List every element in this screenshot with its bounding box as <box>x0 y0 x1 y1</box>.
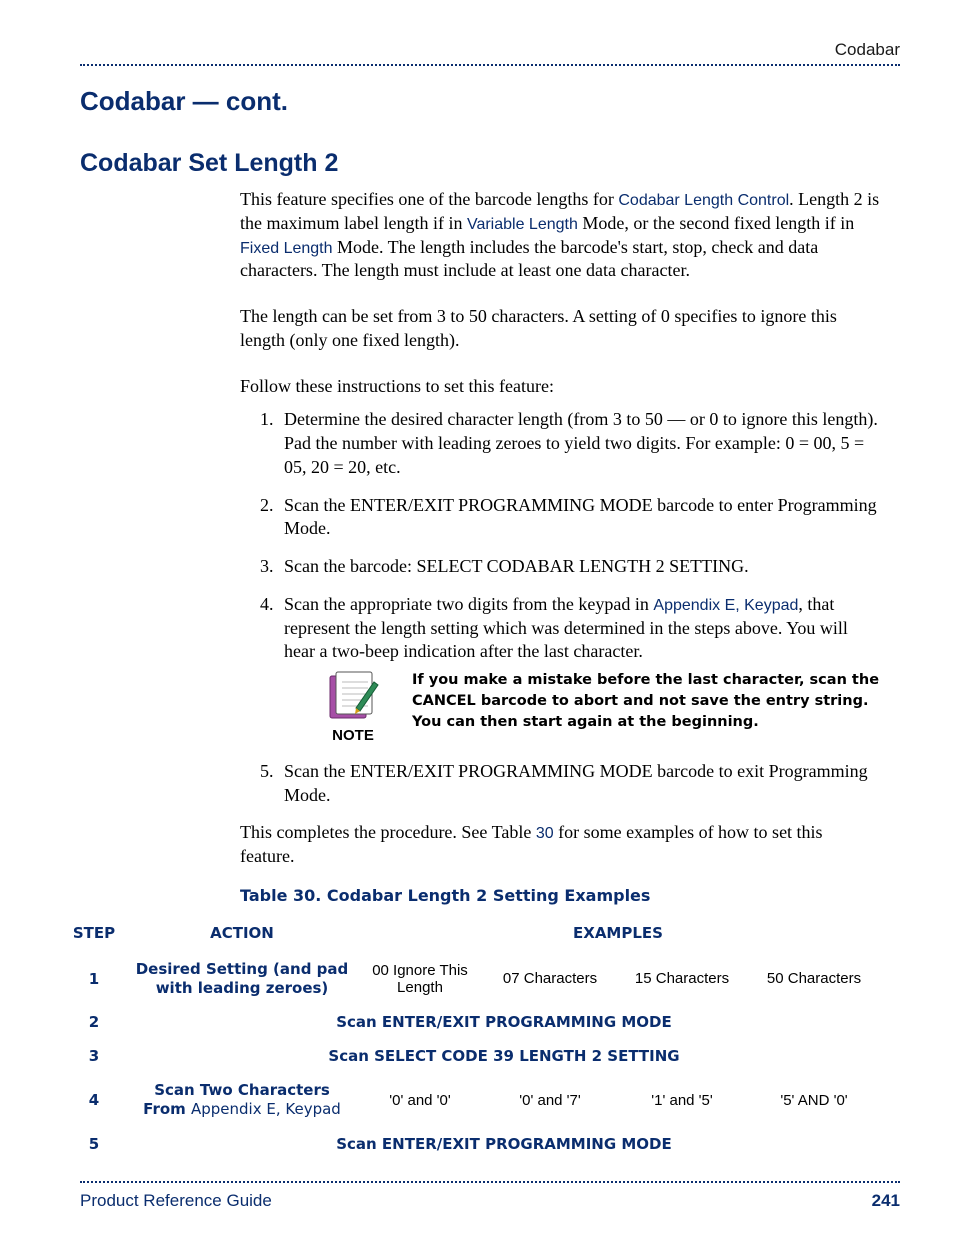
step-4: Scan the appropriate two digits from the… <box>278 593 880 746</box>
step-3: Scan the barcode: SELECT CODABAR LENGTH … <box>278 555 880 579</box>
col-action: ACTION <box>128 918 356 952</box>
cell-step: 2 <box>60 1005 128 1039</box>
cell-action-span: Scan ENTER/EXIT PROGRAMMING MODE <box>128 1005 880 1039</box>
cell-action-span: Scan SELECT CODE 39 LENGTH 2 SETTING <box>128 1039 880 1073</box>
cell-step: 1 <box>60 952 128 1006</box>
link-appendix-e-keypad[interactable]: Appendix E, Keypad <box>653 597 798 614</box>
text: Scan the appropriate two digits from the… <box>284 594 653 614</box>
running-header: Codabar <box>80 40 900 60</box>
table-row: 2 Scan ENTER/EXIT PROGRAMMING MODE <box>60 1005 880 1039</box>
cell-example: 15 Characters <box>616 952 748 1006</box>
closing-paragraph: This completes the procedure. See Table … <box>240 821 880 869</box>
table-row: 4 Scan Two Characters From Appendix E, K… <box>60 1073 880 1127</box>
text: This feature specifies one of the barcod… <box>240 189 618 209</box>
cell-action: Scan Two Characters From Appendix E, Key… <box>128 1073 356 1127</box>
cell-example: 00 Ignore This Length <box>356 952 484 1006</box>
step-1: Determine the desired character length (… <box>278 408 880 479</box>
text: This completes the procedure. See Table <box>240 822 536 842</box>
cell-example: 07 Characters <box>484 952 616 1006</box>
bottom-divider <box>80 1181 900 1183</box>
table-caption: Table 30. Codabar Length 2 Setting Examp… <box>240 885 880 906</box>
cell-step: 3 <box>60 1039 128 1073</box>
footer-guide: Product Reference Guide <box>80 1191 272 1211</box>
page-footer: Product Reference Guide 241 <box>80 1191 900 1211</box>
intro-paragraph-3: Follow these instructions to set this fe… <box>240 375 880 399</box>
cell-action: Desired Setting (and pad with leading ze… <box>128 952 356 1006</box>
note-label: NOTE <box>332 726 374 746</box>
note-block: NOTE If you make a mistake before the la… <box>318 670 880 746</box>
link-appendix-e-keypad[interactable]: Appendix E, Keypad <box>191 1100 341 1118</box>
cell-example: '5' AND '0' <box>748 1073 880 1127</box>
cell-example: '1' and '5' <box>616 1073 748 1127</box>
table-row: 1 Desired Setting (and pad with leading … <box>60 952 880 1006</box>
link-codabar-length-control[interactable]: Codabar Length Control <box>618 192 789 209</box>
cell-step: 4 <box>60 1073 128 1127</box>
col-examples: EXAMPLES <box>356 918 880 952</box>
link-variable-length[interactable]: Variable Length <box>467 216 578 233</box>
cell-example: '0' and '7' <box>484 1073 616 1127</box>
examples-table: STEP ACTION EXAMPLES 1 Desired Setting (… <box>60 918 880 1161</box>
intro-paragraph-1: This feature specifies one of the barcod… <box>240 188 880 283</box>
step-5: Scan the ENTER/EXIT PROGRAMMING MODE bar… <box>278 760 880 808</box>
text: Mode, or the second fixed length if in <box>578 213 854 233</box>
top-divider <box>80 64 900 66</box>
cell-action-span: Scan ENTER/EXIT PROGRAMMING MODE <box>128 1127 880 1161</box>
cell-example: '0' and '0' <box>356 1073 484 1127</box>
heading-section: Codabar Set Length 2 <box>80 149 900 178</box>
step-2: Scan the ENTER/EXIT PROGRAMMING MODE bar… <box>278 494 880 542</box>
table-header-row: STEP ACTION EXAMPLES <box>60 918 880 952</box>
link-fixed-length[interactable]: Fixed Length <box>240 240 333 257</box>
note-text: If you make a mistake before the last ch… <box>412 670 880 733</box>
heading-continued: Codabar — cont. <box>80 86 900 117</box>
cell-step: 5 <box>60 1127 128 1161</box>
steps-list: Determine the desired character length (… <box>240 408 880 807</box>
col-step: STEP <box>60 918 128 952</box>
intro-paragraph-2: The length can be set from 3 to 50 chara… <box>240 305 880 353</box>
table-row: 5 Scan ENTER/EXIT PROGRAMMING MODE <box>60 1127 880 1161</box>
notepad-icon <box>326 670 380 722</box>
footer-page-number: 241 <box>872 1191 900 1211</box>
table-row: 3 Scan SELECT CODE 39 LENGTH 2 SETTING <box>60 1039 880 1073</box>
link-table-30[interactable]: 30 <box>536 825 554 842</box>
cell-example: 50 Characters <box>748 952 880 1006</box>
